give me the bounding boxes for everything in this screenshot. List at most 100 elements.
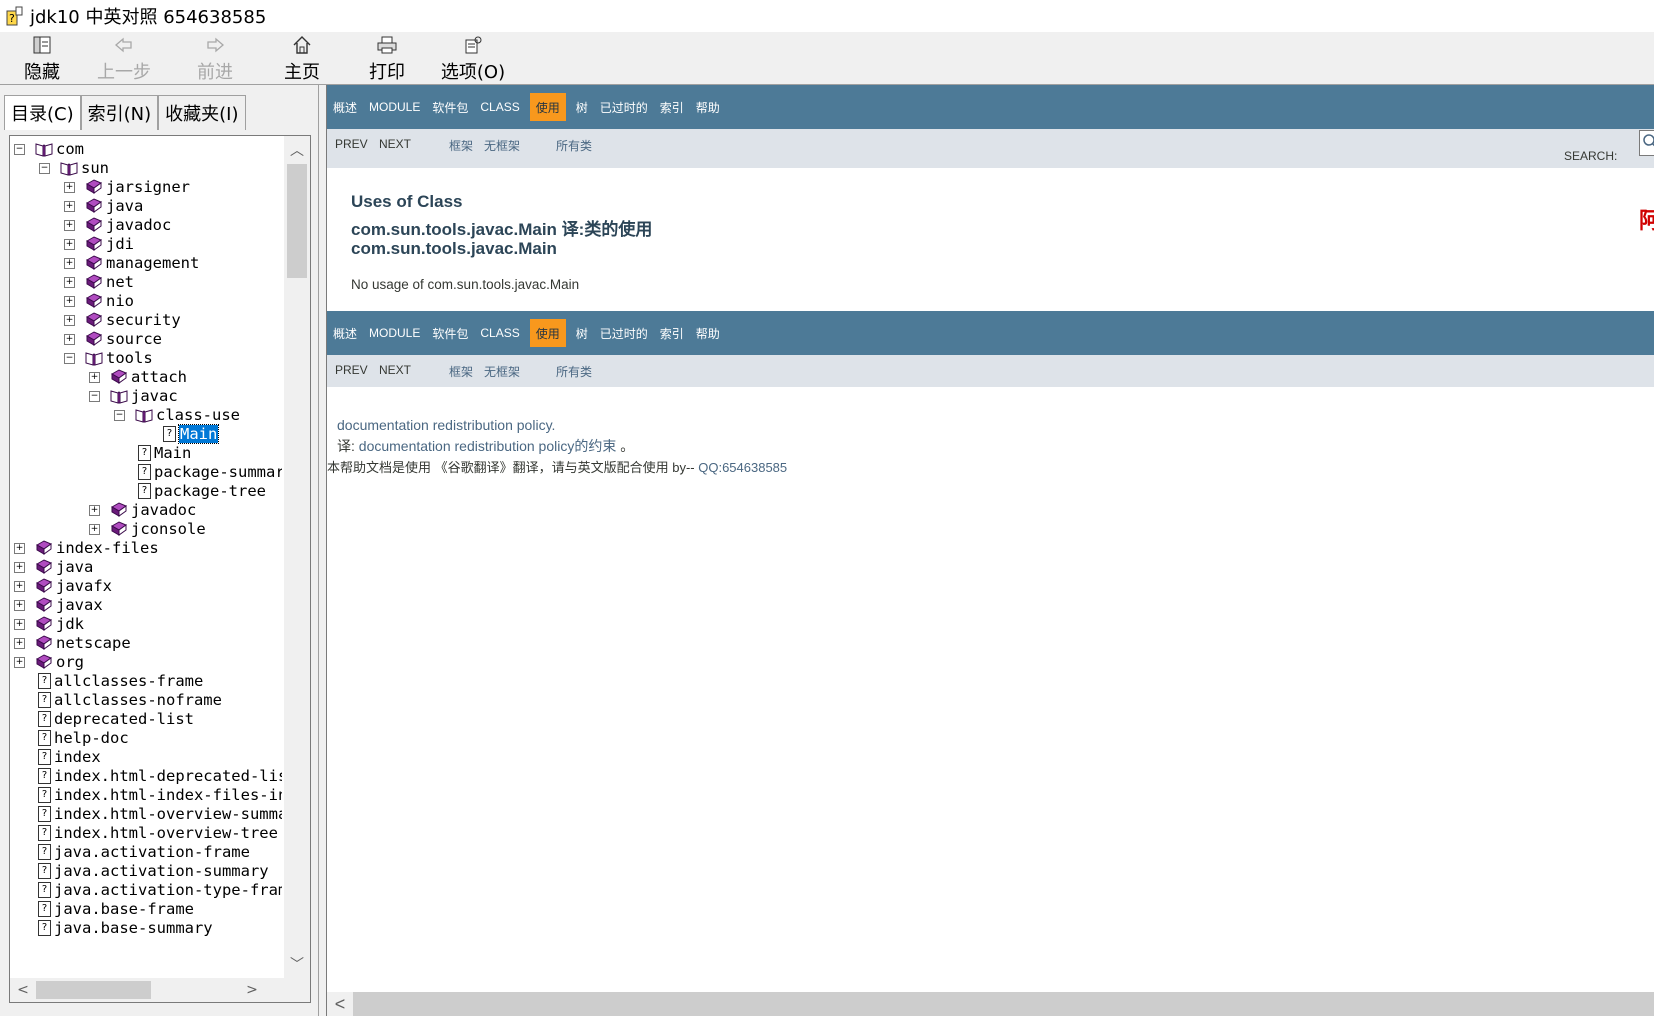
print-button[interactable]: 打印 (365, 34, 409, 84)
allclasses-link[interactable]: 所有类 (556, 137, 592, 154)
tree-item[interactable]: ? Main (114, 443, 191, 463)
scroll-right-icon[interactable]: > (242, 980, 262, 1000)
expand-icon[interactable]: + (14, 656, 25, 668)
tree-item[interactable]: + javadoc (89, 500, 196, 520)
tree-item[interactable]: + attach (89, 367, 187, 387)
top-nav-item[interactable]: 索引 (654, 93, 690, 121)
expand-icon[interactable]: + (64, 238, 75, 250)
bottom-nav-item[interactable]: MODULE (363, 319, 426, 347)
tree-item[interactable]: − tools (64, 348, 153, 368)
tree-item[interactable]: + source (64, 329, 162, 349)
tree-item[interactable]: + jconsole (89, 519, 206, 539)
bottom-nav-item[interactable]: 帮助 (690, 319, 726, 347)
frames-link[interactable]: 框架 (449, 137, 473, 154)
top-nav-item[interactable]: 概述 (327, 93, 363, 121)
tree-item[interactable]: ? allclasses-noframe (14, 690, 222, 710)
tree-item[interactable]: + javafx (14, 576, 112, 596)
tree-item[interactable]: + netscape (14, 633, 131, 653)
tree-item[interactable]: ? help-doc (14, 728, 129, 748)
tab-contents[interactable]: 目录(C) (4, 95, 81, 130)
forward-button[interactable]: 前进 (190, 34, 240, 84)
tree-item[interactable]: ? java.activation-summary (14, 861, 269, 881)
collapse-icon[interactable]: − (39, 162, 50, 174)
top-nav-item[interactable]: 帮助 (690, 93, 726, 121)
tree-item[interactable]: + org (14, 652, 84, 672)
expand-icon[interactable]: + (64, 333, 75, 345)
tree-item[interactable]: + index-files (14, 538, 159, 558)
redistribution-policy-link[interactable]: documentation redistribution policy. (337, 417, 555, 433)
bottom-nav-item[interactable]: 概述 (327, 319, 363, 347)
tree-item[interactable]: + java (64, 196, 143, 216)
expand-icon[interactable]: + (64, 257, 75, 269)
tree-item[interactable]: ?index.html-index-files-index (14, 785, 282, 805)
back-button[interactable]: 上一步 (94, 34, 154, 84)
tree-vertical-scroll-thumb[interactable] (287, 164, 307, 278)
bottom-nav-item[interactable]: 树 (570, 319, 594, 347)
qq-link[interactable]: QQ:654638585 (698, 460, 787, 475)
collapse-icon[interactable]: − (14, 143, 25, 155)
top-nav-item[interactable]: CLASS (474, 93, 525, 121)
tree-item[interactable]: ? package-summary (114, 462, 282, 482)
tree-item[interactable]: + jdk (14, 614, 84, 634)
tree-item[interactable]: + security (64, 310, 181, 330)
allclasses-link-bottom[interactable]: 所有类 (556, 363, 592, 380)
expand-icon[interactable]: + (64, 219, 75, 231)
expand-icon[interactable]: + (64, 314, 75, 326)
home-button[interactable]: 主页 (280, 34, 324, 84)
tree-item[interactable]: + java (14, 557, 93, 577)
top-nav-item[interactable]: 软件包 (426, 93, 474, 121)
tree-item[interactable]: ? java.base-frame (14, 899, 194, 919)
tree-item[interactable]: + net (64, 272, 134, 292)
tree-item[interactable]: ? index.html-deprecated-list (14, 766, 282, 786)
translated-policy-link[interactable]: documentation redistribution policy的约束 (359, 438, 617, 454)
tree-item[interactable]: ? index.html-overview-tree (14, 823, 278, 843)
search-input[interactable] (1639, 130, 1654, 156)
tree-horizontal-scroll-thumb[interactable] (36, 981, 151, 999)
expand-icon[interactable]: + (89, 371, 100, 383)
tree-item[interactable]: − com (14, 139, 84, 159)
expand-icon[interactable]: + (14, 599, 25, 611)
tree-item[interactable]: − class-use (114, 405, 240, 425)
expand-icon[interactable]: + (64, 200, 75, 212)
tree-vertical-scrollbar[interactable]: ︿ ﹀ (284, 136, 310, 978)
options-button[interactable]: 选项(O) (438, 34, 508, 84)
tree-item[interactable]: − sun (39, 158, 109, 178)
top-nav-item[interactable]: 树 (570, 93, 594, 121)
top-nav-item[interactable]: 已过时的 (594, 93, 654, 121)
hide-button[interactable]: 隐藏 (20, 34, 64, 84)
tree-item[interactable]: ? java.activation-type-frame (14, 880, 282, 900)
frames-link-bottom[interactable]: 框架 (449, 363, 473, 380)
tab-favorites[interactable]: 收藏夹(I) (158, 95, 246, 130)
tab-index[interactable]: 索引(N) (80, 95, 159, 130)
tree-item[interactable]: ? java.base-summary (14, 918, 213, 938)
expand-icon[interactable]: + (64, 295, 75, 307)
bottom-nav-item[interactable]: 已过时的 (594, 319, 654, 347)
expand-icon[interactable]: + (64, 181, 75, 193)
scroll-up-icon[interactable]: ︿ (287, 140, 307, 160)
tree-item[interactable]: + nio (64, 291, 134, 311)
expand-icon[interactable]: + (14, 618, 25, 630)
noframes-link[interactable]: 无框架 (484, 137, 520, 154)
expand-icon[interactable]: + (14, 580, 25, 592)
tree-item[interactable]: ? package-tree (114, 481, 266, 501)
tree-item[interactable]: − javac (89, 386, 178, 406)
bottom-nav-item[interactable]: 索引 (654, 319, 690, 347)
tree-item[interactable]: ? deprecated-list (14, 709, 194, 729)
tree-item[interactable]: + javadoc (64, 215, 171, 235)
tree-item[interactable]: ? java.activation-frame (14, 842, 250, 862)
tree-item[interactable]: + jarsigner (64, 177, 190, 197)
tree-item[interactable]: + management (64, 253, 199, 273)
expand-icon[interactable]: + (89, 523, 100, 535)
expand-icon[interactable]: + (89, 504, 100, 516)
tree-item[interactable]: ? allclasses-frame (14, 671, 203, 691)
tree-item[interactable]: ? index (14, 747, 101, 767)
tree-horizontal-scrollbar[interactable]: < > (10, 978, 310, 1002)
top-nav-item[interactable]: MODULE (363, 93, 426, 121)
tree-item[interactable]: ? Main (139, 424, 220, 444)
scroll-down-icon[interactable]: ﹀ (287, 954, 307, 974)
expand-icon[interactable]: + (14, 561, 25, 573)
collapse-icon[interactable]: − (89, 390, 100, 402)
scroll-left-icon[interactable]: < (13, 980, 33, 1000)
content-scroll-left-icon[interactable]: < (327, 992, 353, 1016)
collapse-icon[interactable]: − (64, 352, 75, 364)
